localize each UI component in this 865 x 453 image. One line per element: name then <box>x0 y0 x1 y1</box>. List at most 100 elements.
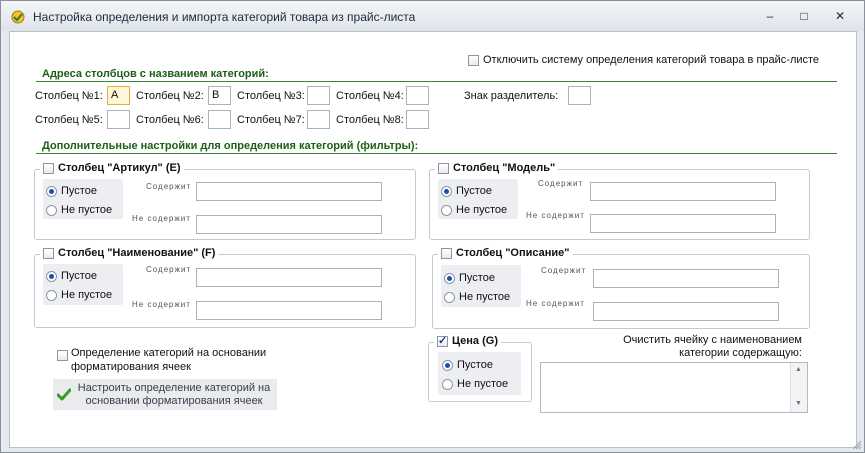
name-notcontains-label: Не содержит <box>132 300 191 309</box>
model-checkbox[interactable] <box>438 162 449 174</box>
radio-label: Пустое <box>61 185 97 197</box>
descr-contains-label: Содержит <box>541 266 587 275</box>
radio-label: Пустое <box>459 272 495 284</box>
col1-label: Столбец №1: <box>35 90 103 102</box>
articul-contains-input[interactable] <box>196 182 382 201</box>
content-panel: Отключить систему определения категорий … <box>9 31 857 448</box>
filters-divider <box>36 153 837 154</box>
model-empty-radio[interactable]: Пустое <box>441 185 492 197</box>
name-group: Столбец "Наименование" (F) Пустое Не пус… <box>34 247 416 328</box>
disable-detection-checkbox[interactable] <box>468 55 479 66</box>
descr-contains-input[interactable] <box>593 269 779 288</box>
maximize-button[interactable]: □ <box>791 7 817 25</box>
close-button[interactable]: ✕ <box>827 7 853 25</box>
radio-dot <box>46 270 57 282</box>
model-notempty-radio[interactable]: Не пустое <box>441 204 507 216</box>
col8-input[interactable] <box>406 110 429 129</box>
minimize-button[interactable]: – <box>757 7 783 25</box>
col4-input[interactable] <box>406 86 429 105</box>
descr-radio-group: Пустое Не пустое <box>441 265 521 307</box>
radio-label: Пустое <box>61 270 97 282</box>
articul-group: Столбец "Артикул" (E) Пустое Не пустое С… <box>34 162 416 240</box>
col2-label: Столбец №2: <box>136 90 204 102</box>
radio-dot <box>46 289 57 301</box>
addresses-divider <box>36 81 837 82</box>
radio-dot <box>441 204 452 216</box>
col7-input[interactable] <box>307 110 330 129</box>
name-notcontains-input[interactable] <box>196 301 382 320</box>
articul-checkbox[interactable] <box>43 162 54 174</box>
radio-dot <box>444 272 455 284</box>
name-empty-radio[interactable]: Пустое <box>46 270 97 282</box>
filters-header: Дополнительные настройки для определения… <box>42 140 419 152</box>
memo-scrollbar[interactable]: ▲ ▼ <box>790 363 807 412</box>
radio-dot <box>442 378 453 390</box>
separator-input[interactable] <box>568 86 591 105</box>
descr-legend: Столбец "Описание" <box>438 247 573 259</box>
checkmark-icon <box>57 388 71 401</box>
col5-input[interactable] <box>107 110 130 129</box>
radio-dot <box>46 204 57 216</box>
descr-notcontains-input[interactable] <box>593 302 779 321</box>
price-notempty-radio[interactable]: Не пустое <box>442 378 508 390</box>
col1-input[interactable]: A <box>107 86 130 105</box>
window-title: Настройка определения и импорта категори… <box>33 10 416 24</box>
price-title: Цена (G) <box>452 335 498 347</box>
title-bar: Настройка определения и импорта категори… <box>1 1 864 31</box>
col8-label: Столбец №8: <box>336 114 404 126</box>
model-contains-input[interactable] <box>590 182 776 201</box>
articul-notcontains-input[interactable] <box>196 215 382 234</box>
articul-legend: Столбец "Артикул" (E) <box>40 162 184 174</box>
col5-label: Столбец №5: <box>35 114 103 126</box>
col3-input[interactable] <box>307 86 330 105</box>
format-button-line2: основании форматирования ячеек <box>85 395 263 407</box>
radio-label: Не пустое <box>457 378 509 390</box>
model-radio-group: Пустое Не пустое <box>438 179 518 219</box>
col3-label: Столбец №3: <box>237 90 305 102</box>
articul-notempty-radio[interactable]: Не пустое <box>46 204 112 216</box>
descr-empty-radio[interactable]: Пустое <box>444 272 495 284</box>
descr-checkbox[interactable] <box>441 247 452 259</box>
clear-text-memo[interactable]: ▲ ▼ <box>540 362 808 413</box>
price-legend: Цена (G) <box>434 334 501 347</box>
descr-notempty-radio[interactable]: Не пустое <box>444 291 510 303</box>
price-radio-group: Пустое Не пустое <box>438 352 521 395</box>
format-detection-label-line2: форматирования ячеек <box>71 361 191 373</box>
articul-radio-group: Пустое Не пустое <box>43 179 123 219</box>
model-notcontains-label: Не содержит <box>526 211 585 220</box>
articul-notcontains-label: Не содержит <box>132 214 191 223</box>
price-checkbox[interactable] <box>437 334 448 347</box>
radio-dot <box>441 185 452 197</box>
dialog-window: Настройка определения и импорта категори… <box>0 0 865 453</box>
name-legend: Столбец "Наименование" (F) <box>40 247 219 259</box>
app-icon <box>11 10 25 24</box>
col2-input[interactable]: B <box>208 86 231 105</box>
radio-label: Пустое <box>457 359 493 371</box>
format-button-line1: Настроить определение категорий на <box>77 382 271 394</box>
scroll-down-icon[interactable]: ▼ <box>795 400 802 407</box>
model-legend: Столбец "Модель" <box>435 162 559 174</box>
model-contains-label: Содержит <box>538 179 584 188</box>
radio-dot <box>46 185 57 197</box>
disable-detection-label: Отключить систему определения категорий … <box>483 54 820 66</box>
radio-label: Пустое <box>456 185 492 197</box>
scroll-up-icon[interactable]: ▲ <box>795 366 802 373</box>
articul-contains-label: Содержит <box>146 182 192 191</box>
format-detection-checkbox[interactable] <box>57 350 68 361</box>
resize-grip-icon[interactable] <box>852 440 862 450</box>
radio-label: Не пустое <box>61 289 113 301</box>
name-notempty-radio[interactable]: Не пустое <box>46 289 112 301</box>
format-detection-label-line1: Определение категорий на основании <box>71 347 267 359</box>
name-contains-input[interactable] <box>196 268 382 287</box>
format-settings-button[interactable]: Настроить определение категорий на основ… <box>53 379 277 410</box>
descr-notcontains-label: Не содержит <box>526 299 585 308</box>
model-title: Столбец "Модель" <box>453 162 556 174</box>
articul-empty-radio[interactable]: Пустое <box>46 185 97 197</box>
descr-group: Столбец "Описание" Пустое Не пустое Соде… <box>432 247 810 329</box>
model-group: Столбец "Модель" Пустое Не пустое Содерж… <box>429 162 810 240</box>
model-notcontains-input[interactable] <box>590 214 776 233</box>
name-checkbox[interactable] <box>43 247 54 259</box>
articul-title: Столбец "Артикул" (E) <box>58 162 181 174</box>
price-empty-radio[interactable]: Пустое <box>442 359 493 371</box>
col6-input[interactable] <box>208 110 231 129</box>
